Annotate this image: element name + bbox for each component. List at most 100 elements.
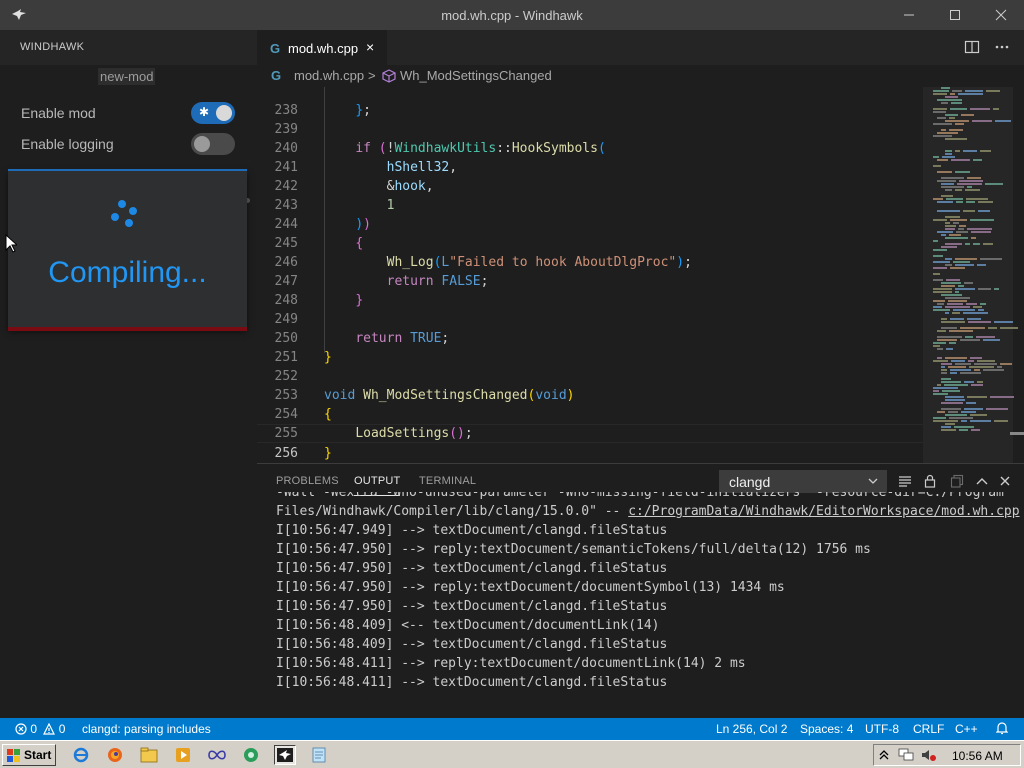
warning-count: 0 xyxy=(58,722,66,736)
code-line: 254{ xyxy=(274,407,332,422)
breadcrumb-separator: > xyxy=(368,68,376,83)
lock-icon xyxy=(924,474,936,488)
code-line: 249 xyxy=(274,312,298,327)
code-line: 251} xyxy=(274,350,332,365)
log-line: I[10:56:47.950] --> reply:textDocument/d… xyxy=(276,580,785,595)
infinity-app-icon[interactable] xyxy=(206,745,228,765)
close-panel-button[interactable] xyxy=(997,473,1013,489)
cursor-position[interactable]: Ln 256, Col 2 xyxy=(716,722,787,736)
log-line: I[10:56:48.409] --> textDocument/clangd.… xyxy=(276,637,668,652)
compiling-status: Compiling... xyxy=(48,256,207,289)
code-line: 240 if (!WindhawkUtils::HookSymbols( xyxy=(274,141,606,156)
indentation[interactable]: Spaces: 4 xyxy=(800,722,853,736)
tab-problems[interactable]: PROBLEMS xyxy=(276,475,339,487)
editor-scrollbar-thumb[interactable] xyxy=(1010,432,1024,435)
toggle-knob xyxy=(194,136,210,152)
ie-icon[interactable] xyxy=(70,745,92,765)
code-line: 246 Wh_Log(L"Failed to hook AboutDlgProc… xyxy=(274,255,692,270)
tab-mod-wh-cpp[interactable]: G mod.wh.cpp × xyxy=(257,30,387,65)
editor-tab-bar: G mod.wh.cpp × xyxy=(257,30,1024,65)
editor-actions xyxy=(964,30,1024,65)
tab-close-icon[interactable]: × xyxy=(366,39,374,55)
breadcrumb-symbol[interactable]: Wh_ModSettingsChanged xyxy=(400,68,552,83)
code-editor[interactable]: 238 }; 239 240 if (!WindhawkUtils::HookS… xyxy=(257,87,923,463)
code-line: 253 void Wh_ModSettingsChanged(void) xyxy=(274,388,575,403)
minimize-button[interactable] xyxy=(886,0,932,30)
tab-terminal[interactable]: TERMINAL xyxy=(419,475,476,487)
language-mode[interactable]: C++ xyxy=(955,722,978,736)
enable-logging-label: Enable logging xyxy=(21,136,114,152)
checkmark-icon: ✱ xyxy=(199,105,210,119)
chevron-down-icon xyxy=(868,478,878,484)
show-hidden-icons-icon[interactable] xyxy=(879,749,889,761)
log-line: I[10:56:48.411] --> textDocument/clangd.… xyxy=(276,675,668,690)
windhawk-taskbar-icon[interactable] xyxy=(274,745,296,765)
compile-progress-bar xyxy=(8,327,247,331)
toggle-knob xyxy=(216,105,232,121)
clock[interactable]: 10:56 AM xyxy=(952,749,1003,763)
start-label: Start xyxy=(24,748,52,762)
title-bar: mod.wh.cpp - Windhawk xyxy=(0,0,1024,30)
output-log[interactable]: -Wall -Wextra -Wno-unused-parameter -Wno… xyxy=(276,492,1021,712)
output-channel-value: clangd xyxy=(729,474,771,490)
function-symbol-icon xyxy=(382,69,396,83)
maximize-button[interactable] xyxy=(932,0,978,30)
tab-output[interactable]: OUTPUT xyxy=(354,475,401,496)
log-line: I[10:56:47.950] --> textDocument/clangd.… xyxy=(276,561,668,576)
mod-name-label: new-mod xyxy=(98,68,156,85)
status-bar: 0 0 clangd: parsing includes Ln 256, Col… xyxy=(0,718,1024,740)
windows-taskbar: Start 10:56 AM xyxy=(0,740,1024,768)
clear-output-button[interactable] xyxy=(897,473,913,489)
code-line: 242 &hook, xyxy=(274,179,434,194)
minimize-icon xyxy=(904,14,914,16)
list-filter-icon xyxy=(899,476,911,487)
code-line: 252 xyxy=(274,369,298,384)
network-icon[interactable] xyxy=(898,748,914,762)
cpp-file-icon: G xyxy=(271,68,282,83)
close-window-button[interactable] xyxy=(978,0,1024,30)
encoding[interactable]: UTF-8 xyxy=(865,722,899,736)
more-actions-icon[interactable] xyxy=(994,40,1010,54)
breadcrumb-file[interactable]: mod.wh.cpp xyxy=(294,68,364,83)
code-line: 255 LoadSettings(); xyxy=(274,426,473,441)
breadcrumb: G mod.wh.cpp > Wh_ModSettingsChanged xyxy=(257,65,1024,87)
firefox-icon[interactable] xyxy=(104,745,126,765)
windows-flag-icon xyxy=(7,749,20,762)
maximize-panel-button[interactable] xyxy=(974,473,990,489)
line-ending[interactable]: CRLF xyxy=(913,722,944,736)
volume-muted-icon[interactable] xyxy=(921,748,937,762)
log-line: Files/Windhawk/Compiler/lib/clang/15.0.0… xyxy=(276,504,1020,519)
bottom-panel: PROBLEMS OUTPUT TERMINAL clangd -Wall -W… xyxy=(257,463,1024,718)
media-player-icon[interactable] xyxy=(172,745,194,765)
code-line: 243 1 xyxy=(274,198,395,213)
notifications-bell-icon[interactable] xyxy=(995,721,1009,738)
split-editor-icon[interactable] xyxy=(964,40,980,54)
code-line: 238 }; xyxy=(274,103,371,118)
loading-spinner-icon xyxy=(109,200,145,236)
log-line: I[10:56:48.411] --> reply:textDocument/d… xyxy=(276,656,746,671)
file-link[interactable]: c:/ProgramData/Windhawk/EditorWorkspace/… xyxy=(628,504,1019,519)
mouse-pointer-icon xyxy=(5,234,17,253)
log-line: -Wall -Wextra -Wno-unused-parameter -Wno… xyxy=(276,492,1004,500)
notepad-icon[interactable] xyxy=(308,745,330,765)
start-button[interactable]: Start xyxy=(2,744,56,766)
green-app-icon[interactable] xyxy=(240,745,262,765)
enable-mod-toggle[interactable]: ✱ xyxy=(191,102,235,124)
file-explorer-icon[interactable] xyxy=(138,745,160,765)
enable-logging-toggle[interactable] xyxy=(191,133,235,155)
log-line: I[10:56:47.949] --> textDocument/clangd.… xyxy=(276,523,668,538)
problems-indicator[interactable]: 0 0 xyxy=(15,722,65,736)
lock-scroll-button[interactable] xyxy=(922,473,938,489)
enable-mod-row: Enable mod ✱ xyxy=(21,102,237,124)
code-line: 239 xyxy=(274,122,298,137)
error-count: 0 xyxy=(30,722,38,736)
output-channel-select[interactable]: clangd xyxy=(719,470,887,493)
code-line: 241 hShell32, xyxy=(274,160,458,175)
minimap-slider[interactable] xyxy=(923,87,1013,463)
sidebar-header: WINDHAWK xyxy=(20,41,85,53)
status-message[interactable]: clangd: parsing includes xyxy=(82,722,211,736)
tab-label: mod.wh.cpp xyxy=(288,41,359,56)
cpp-file-icon: G xyxy=(270,41,281,56)
open-in-editor-button[interactable] xyxy=(949,473,965,489)
copy-icon xyxy=(950,474,964,488)
